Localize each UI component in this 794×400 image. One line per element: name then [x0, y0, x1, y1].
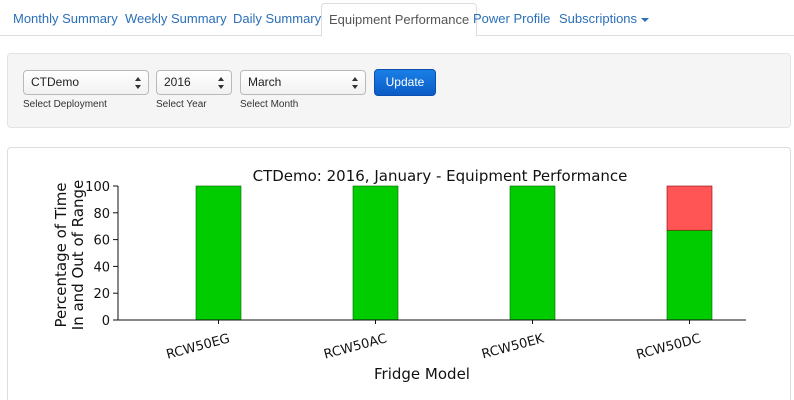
select-arrows-icon [218, 77, 225, 89]
month-select-value: March [248, 75, 282, 89]
y-tick-label: 20 [93, 287, 110, 302]
filter-panel: CTDemo Select Deployment 2016 Select Yea… [7, 53, 791, 128]
month-select-label: Select Month [240, 99, 299, 110]
tab-subscriptions[interactable]: Subscriptions [552, 3, 656, 36]
deployment-select[interactable]: CTDemo [23, 70, 149, 95]
tab-equipment-performance[interactable]: Equipment Performance [321, 3, 478, 37]
x-tick-label: RCW50EK [480, 331, 546, 362]
update-button[interactable]: Update [374, 69, 436, 96]
tab-daily-summary[interactable]: Daily Summary [226, 3, 328, 36]
y-tick-label: 0 [102, 314, 110, 329]
chart-panel: CTDemo: 2016, January - Equipment Perfor… [7, 147, 791, 400]
select-arrows-icon [352, 77, 359, 89]
bar-rcw50ac-series-0 [352, 185, 399, 321]
tab-monthly-summary[interactable]: Monthly Summary [6, 3, 125, 36]
month-select[interactable]: March [240, 70, 366, 95]
caret-down-icon [641, 17, 650, 22]
year-select[interactable]: 2016 [156, 70, 232, 95]
y-axis-label-line-1: Percentage of Time [52, 182, 70, 327]
bar-rcw50dc-series-0 [666, 229, 713, 321]
x-tick-label: RCW50AC [322, 331, 388, 362]
y-tick-label: 80 [93, 207, 110, 222]
x-tick-label: RCW50DC [635, 331, 703, 363]
year-select-value: 2016 [164, 75, 191, 89]
y-axis-label-line-2: In and Out of Range [69, 180, 87, 330]
y-tick-label: 60 [93, 234, 110, 249]
chart-title: CTDemo: 2016, January - Equipment Perfor… [253, 167, 628, 185]
select-arrows-icon [135, 77, 142, 89]
x-tick-label: RCW50EG [165, 331, 232, 362]
bar-rcw50eg-series-0 [195, 185, 242, 321]
y-tick-label: 40 [93, 260, 110, 275]
deployment-select-value: CTDemo [31, 75, 80, 89]
y-tick-label: 100 [85, 180, 110, 195]
year-select-label: Select Year [156, 99, 207, 110]
tab-weekly-summary[interactable]: Weekly Summary [118, 3, 234, 36]
x-axis-label: Fridge Model [374, 365, 470, 383]
equipment-performance-chart: CTDemo: 2016, January - Equipment Perfor… [52, 167, 746, 383]
bar-rcw50dc-series-1 [666, 185, 713, 231]
bar-rcw50ek-series-0 [509, 185, 556, 321]
deployment-select-label: Select Deployment [23, 99, 107, 110]
tab-power-profile[interactable]: Power Profile [466, 3, 557, 36]
tab-subscriptions-label: Subscriptions [559, 11, 638, 26]
nav-tabs: Monthly Summary Weekly Summary Daily Sum… [0, 0, 794, 37]
